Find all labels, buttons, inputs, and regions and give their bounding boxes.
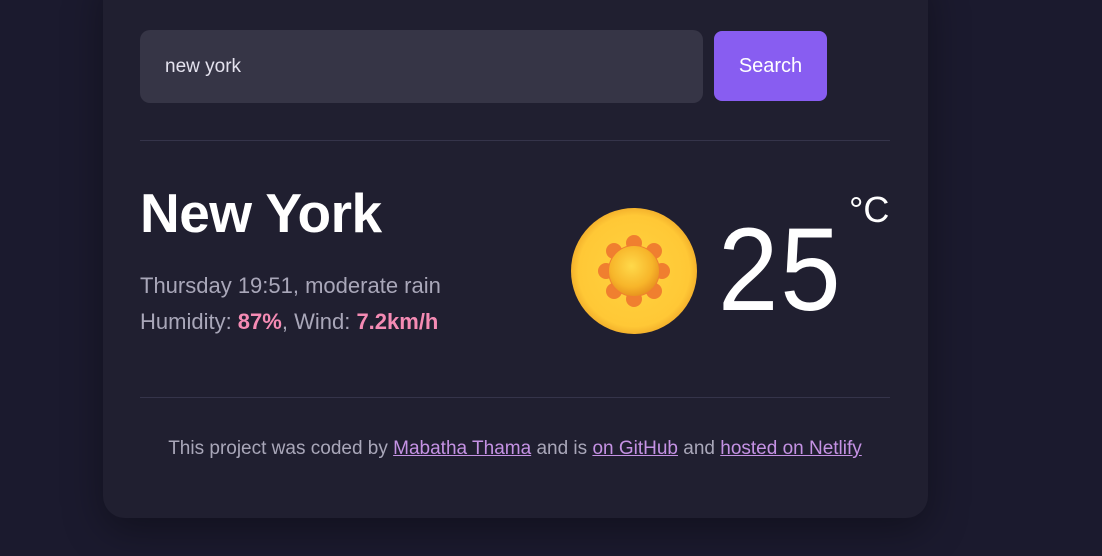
divider-top [140,140,890,141]
github-link[interactable]: on GitHub [592,438,678,459]
city-name: New York [140,182,382,244]
humidity-value: 87% [237,309,282,334]
city-search-input[interactable] [140,30,703,103]
humidity-wind-line: Humidity: 87%, Wind: 7.2km/h [140,309,439,334]
divider-bottom [140,397,890,398]
weather-description: moderate rain [305,273,441,298]
search-button[interactable]: Search [714,31,827,101]
date-description-line: Thursday 19:51, moderate rain [140,273,441,298]
footer-text: and is [531,438,593,459]
temperature-value: 25 [718,204,843,336]
temperature-unit: °C [849,189,890,230]
netlify-link[interactable]: hosted on Netlify [720,438,862,459]
day-time: Thursday 19:51 [140,273,293,298]
wind-label: Wind: [294,309,357,334]
humidity-label: Humidity: [140,309,238,334]
footer-text: This project was coded by [168,438,394,459]
wind-value: 7.2km/h [356,309,439,334]
footer-text: and [677,438,721,459]
author-link[interactable]: Mabatha Thama [393,438,531,459]
weather-details: Thursday 19:51, moderate rain Humidity: … [140,268,441,340]
sun-icon [570,207,698,335]
footer: This project was coded by Mabatha Thama … [140,434,890,464]
search-form: Search [140,30,890,103]
